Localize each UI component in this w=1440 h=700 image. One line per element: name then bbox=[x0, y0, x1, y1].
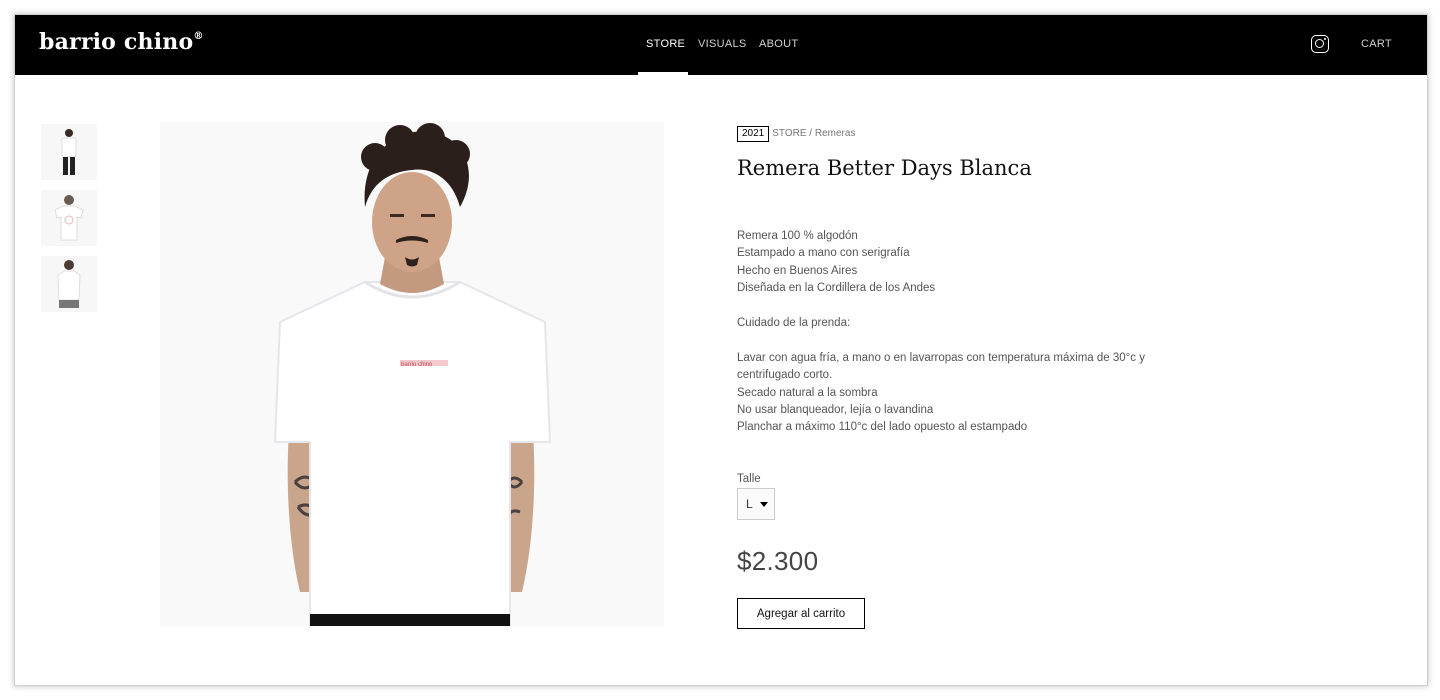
nav-about[interactable]: ABOUT bbox=[759, 38, 798, 50]
description-line: Diseñada en la Cordillera de los Andes bbox=[737, 282, 936, 295]
thumbnail-back[interactable] bbox=[41, 190, 97, 246]
care-line: No usar blanqueador, lejía o lavandina bbox=[737, 404, 934, 417]
breadcrumb-separator: / bbox=[806, 128, 815, 139]
breadcrumb: 2021 STORE / Remeras bbox=[737, 126, 1177, 142]
size-select[interactable]: L bbox=[737, 488, 775, 520]
breadcrumb-category[interactable]: Remeras bbox=[815, 128, 856, 139]
care-heading: Cuidado de la prenda: bbox=[737, 317, 851, 330]
description-line: Hecho en Buenos Aires bbox=[737, 264, 858, 277]
nav-store[interactable]: STORE bbox=[646, 38, 685, 50]
top-navigation-bar: barrio chino® STORE VISUALS ABOUT CART bbox=[15, 15, 1427, 75]
product-price: $2.300 bbox=[737, 546, 819, 576]
care-line: Secado natural a la sombra bbox=[737, 386, 878, 399]
thumbnail-front[interactable] bbox=[41, 124, 97, 180]
description-line: Remera 100 % algodón bbox=[737, 230, 858, 242]
browser-frame: barrio chino® STORE VISUALS ABOUT CART b… bbox=[14, 14, 1428, 686]
care-line: Lavar con agua fría, a mano o en lavarro… bbox=[737, 351, 1145, 382]
size-selected-value: L bbox=[746, 497, 753, 511]
add-to-cart-button[interactable]: Agregar al carrito bbox=[737, 598, 865, 629]
svg-text:barrio chino: barrio chino bbox=[401, 362, 433, 368]
thumbnail-side[interactable] bbox=[41, 256, 97, 312]
brand-logo[interactable]: barrio chino® bbox=[39, 29, 204, 55]
active-nav-indicator bbox=[638, 72, 688, 75]
nav-visuals[interactable]: VISUALS bbox=[698, 38, 747, 50]
product-details: 2021 STORE / Remeras Remera Better Days B… bbox=[737, 126, 1177, 437]
chevron-down-icon bbox=[760, 502, 768, 507]
size-label: Talle bbox=[737, 473, 761, 485]
product-title: Remera Better Days Blanca bbox=[737, 156, 1032, 180]
breadcrumb-store[interactable]: STORE bbox=[772, 128, 806, 139]
instagram-icon[interactable] bbox=[1311, 35, 1329, 53]
description-line: Estampado a mano con serigrafía bbox=[737, 247, 910, 260]
care-line: Planchar a máximo 110°c del lado opuesto… bbox=[737, 421, 1028, 434]
cart-link[interactable]: CART bbox=[1361, 38, 1392, 50]
year-badge: 2021 bbox=[737, 126, 770, 142]
main-product-image: barrio chino bbox=[160, 122, 664, 626]
product-description: Remera 100 % algodón Estampado a mano co… bbox=[737, 228, 1177, 437]
